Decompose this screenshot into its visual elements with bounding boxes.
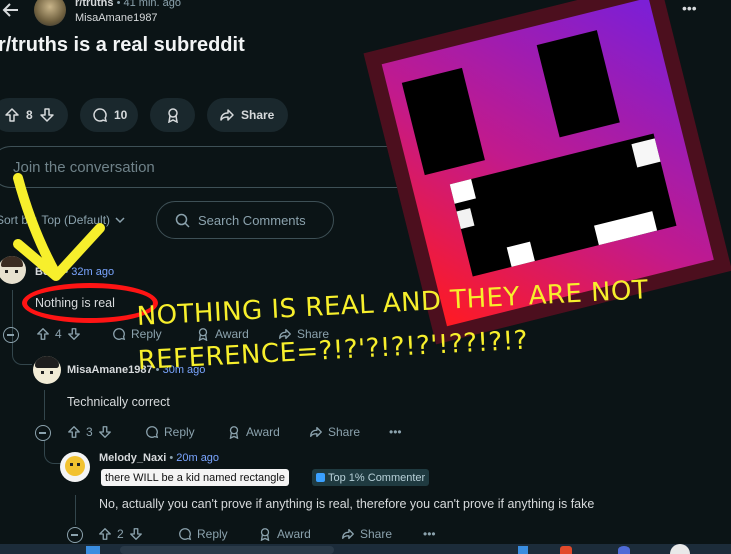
share-label: Share	[328, 425, 361, 439]
award-icon	[258, 527, 272, 541]
share-label: Share	[241, 108, 275, 122]
collapse-icon[interactable]	[3, 327, 19, 343]
comment-bubble-icon	[92, 107, 108, 123]
award-button[interactable]: Award	[196, 327, 249, 341]
upvote-icon[interactable]	[67, 425, 81, 439]
comment-text: No, actually you can't prove if anything…	[99, 497, 595, 511]
user-flair: there WILL be a kid named rectangle	[101, 469, 289, 486]
thread-connector	[12, 345, 32, 365]
search-comments-placeholder: Search Comments	[198, 212, 306, 228]
comment-text: Technically correct	[67, 395, 170, 409]
post-time: 41 min. ago	[123, 0, 181, 9]
thread-connector	[44, 440, 62, 464]
vote-count: 3	[86, 425, 93, 439]
more-options-button[interactable]: •••	[423, 527, 436, 541]
downvote-icon[interactable]	[129, 527, 143, 541]
comment-count: 10	[114, 108, 128, 122]
comment-vote: 3	[67, 425, 112, 439]
reply-label: Reply	[197, 527, 228, 541]
avatar[interactable]	[33, 356, 61, 384]
taskbar-app-icon[interactable]	[618, 546, 630, 554]
reply-label: Reply	[164, 425, 195, 439]
badge-icon	[316, 473, 325, 482]
comment-bubble-icon	[145, 425, 159, 439]
award-label: Award	[215, 327, 249, 341]
award-button[interactable]: Award	[258, 527, 311, 541]
more-options-button[interactable]: •••	[682, 0, 697, 16]
upvote-icon[interactable]	[4, 107, 20, 123]
downvote-icon[interactable]	[39, 107, 55, 123]
award-label: Award	[277, 527, 311, 541]
back-button[interactable]	[2, 2, 24, 20]
award-icon	[196, 327, 210, 341]
share-icon	[219, 107, 235, 123]
badge-label: Top 1% Commenter	[328, 471, 426, 484]
thread-line	[75, 495, 76, 525]
taskbar	[0, 544, 731, 554]
upvote-icon[interactable]	[98, 527, 112, 541]
share-button[interactable]: Share	[207, 98, 288, 132]
comment-vote: 4	[36, 327, 81, 341]
collapse-icon[interactable]	[67, 527, 83, 543]
more-options-button[interactable]: •••	[389, 425, 402, 439]
award-icon	[227, 425, 241, 439]
upvote-icon[interactable]	[36, 327, 50, 341]
subreddit-avatar[interactable]	[34, 0, 66, 26]
award-label: Award	[246, 425, 280, 439]
comment-bubble-icon	[112, 327, 126, 341]
comment-vote: 2	[98, 527, 143, 541]
windows-start-icon[interactable]	[86, 546, 100, 554]
user-flair-text: there WILL be a kid named rectangle	[105, 471, 285, 484]
share-icon	[341, 527, 355, 541]
avatar[interactable]	[60, 452, 90, 482]
status-badge: Top 1% Commenter	[312, 469, 430, 486]
taskbar-app-icon[interactable]	[518, 546, 528, 554]
subreddit-link[interactable]: r/truths	[75, 0, 114, 9]
comment-time: 20m ago	[176, 452, 220, 464]
post-vote-count: 8	[26, 108, 33, 122]
taskbar-app-icon[interactable]	[560, 546, 572, 554]
downvote-icon[interactable]	[67, 327, 81, 341]
thread-line	[44, 390, 45, 420]
vote-count: 4	[55, 327, 62, 341]
search-icon	[175, 213, 190, 228]
comment-meta: Melody_Naxi • 20m ago	[99, 452, 220, 464]
reply-button[interactable]: Reply	[145, 425, 195, 439]
share-button[interactable]: Share	[309, 425, 360, 439]
back-arrow-icon	[2, 3, 18, 17]
reply-button[interactable]: Reply	[178, 527, 228, 541]
collapse-icon[interactable]	[35, 425, 51, 441]
comment-bubble-icon	[178, 527, 192, 541]
post-meta: r/truths • 41 min. ago	[75, 0, 181, 9]
search-comments-input[interactable]: Search Comments	[156, 201, 334, 239]
taskbar-search[interactable]	[120, 546, 334, 554]
taskbar-app-icon[interactable]	[670, 544, 690, 554]
vote-count: 2	[117, 527, 124, 541]
post-author[interactable]: MisaAmane1987	[75, 12, 158, 24]
post-vote-pill: 8	[0, 98, 68, 132]
share-icon	[309, 425, 323, 439]
pixel-face-image	[363, 0, 731, 345]
award-icon	[165, 107, 181, 123]
annotation-arrow-icon	[13, 173, 105, 281]
post-title: r/truths is a real subreddit	[0, 34, 245, 56]
share-label: Share	[360, 527, 393, 541]
downvote-icon[interactable]	[98, 425, 112, 439]
comments-button[interactable]: 10	[80, 98, 138, 132]
share-button[interactable]: Share	[341, 527, 392, 541]
award-button[interactable]	[150, 98, 195, 132]
award-button[interactable]: Award	[227, 425, 280, 439]
comment-username[interactable]: Melody_Naxi	[99, 452, 166, 464]
